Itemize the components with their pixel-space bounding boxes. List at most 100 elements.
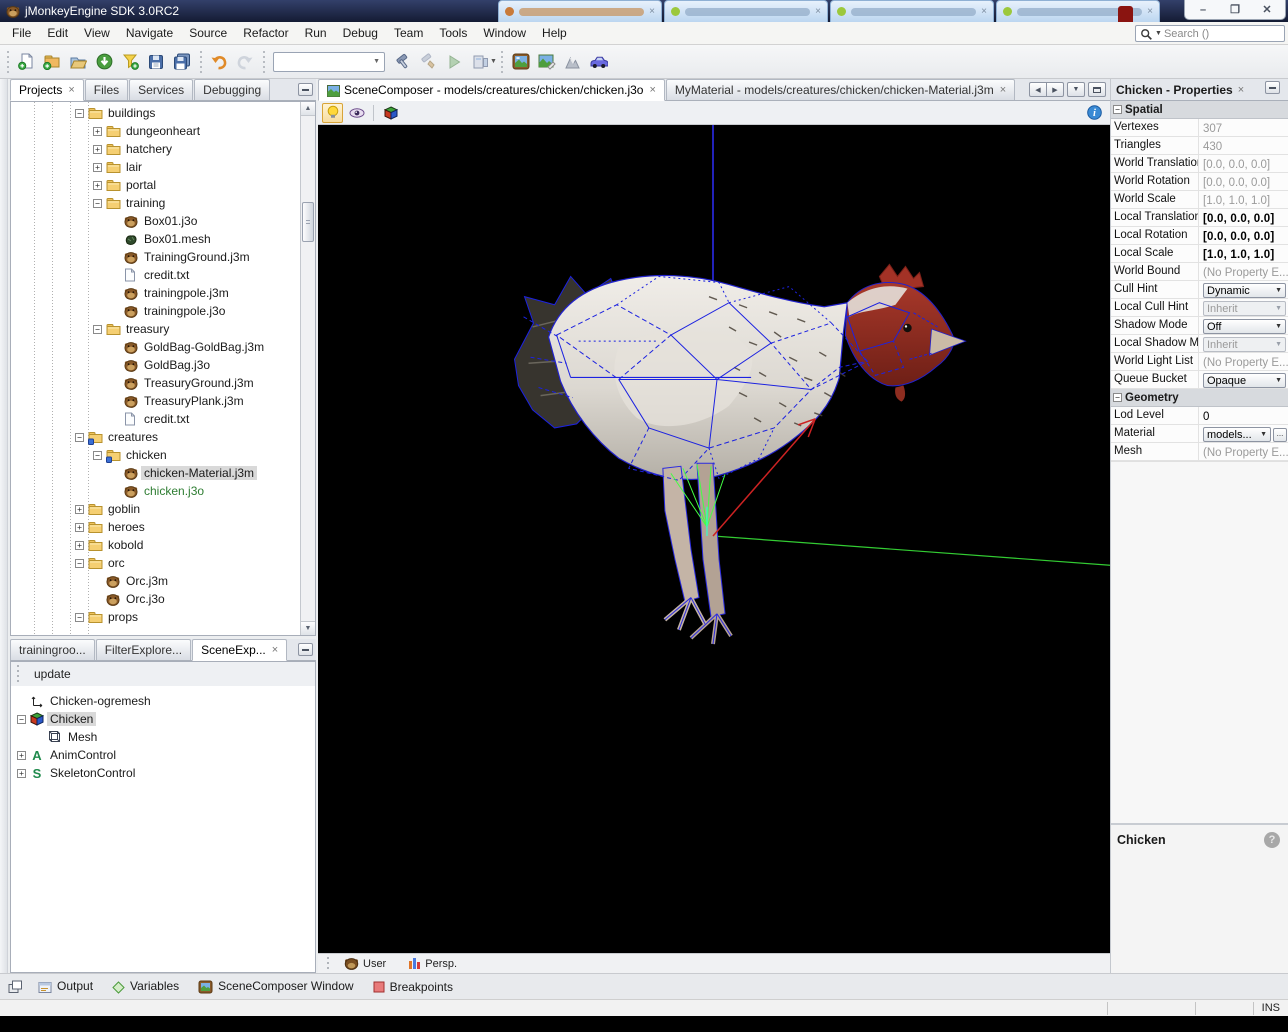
ellipsis-button[interactable]: ...	[1273, 428, 1287, 442]
tree-item-trainingground-j3m[interactable]: TrainingGround.j3m	[11, 248, 315, 266]
property-combobox[interactable]: Dynamic▼	[1203, 283, 1286, 298]
tree-item-dungeonheart[interactable]: +dungeonheart	[11, 122, 315, 140]
tree-item-chicken-ogremesh[interactable]: Chicken-ogremesh	[11, 692, 315, 710]
new-filter-button[interactable]	[117, 49, 143, 75]
update-button[interactable]: update	[25, 664, 80, 684]
menu-navigate[interactable]: Navigate	[118, 24, 181, 42]
tree-item-mesh[interactable]: Mesh	[11, 728, 315, 746]
expand-icon[interactable]: +	[93, 127, 102, 136]
restore-button[interactable]: ❐	[1221, 2, 1249, 17]
tree-item-orc[interactable]: −orc	[11, 554, 315, 572]
collapse-icon[interactable]: −	[17, 715, 26, 724]
property-combobox[interactable]: Off▼	[1203, 319, 1286, 334]
projects-tab-services[interactable]: Services	[129, 79, 193, 100]
save-button[interactable]	[143, 49, 169, 75]
chevron-down-icon[interactable]: ▼	[490, 58, 497, 65]
expand-icon[interactable]: +	[17, 769, 26, 778]
expand-icon[interactable]: +	[93, 181, 102, 190]
tree-item-goldbag-j3o[interactable]: GoldBag.j3o	[11, 356, 315, 374]
terrain-editor-button[interactable]	[534, 49, 560, 75]
mountains-button[interactable]	[560, 49, 586, 75]
projects-tab-files[interactable]: Files	[85, 79, 128, 100]
projects-tab-debugging[interactable]: Debugging	[194, 79, 270, 100]
menu-tools[interactable]: Tools	[431, 24, 475, 42]
tree-item-credit-txt[interactable]: credit.txt	[11, 410, 315, 428]
docked-scenecomposer-window[interactable]: SceneComposer Window	[192, 977, 359, 996]
tree-item-box01-mesh[interactable]: Box01.mesh	[11, 230, 315, 248]
tree-item-animcontrol[interactable]: +AAnimControl	[11, 746, 315, 764]
menu-edit[interactable]: Edit	[39, 24, 76, 42]
show-selection-button[interactable]	[380, 103, 401, 123]
scroll-down-arrow[interactable]: ▼	[301, 621, 315, 635]
projection-button[interactable]: Persp.	[400, 957, 465, 970]
menu-team[interactable]: Team	[386, 24, 431, 42]
menu-window[interactable]: Window	[475, 24, 534, 42]
minimize-panel-button[interactable]	[298, 643, 313, 656]
tree-item-orc-j3m[interactable]: Orc.j3m	[11, 572, 315, 590]
menu-file[interactable]: File	[4, 24, 39, 42]
tree-item-box01-j3o[interactable]: Box01.j3o	[11, 212, 315, 230]
help-icon[interactable]: ?	[1264, 832, 1280, 848]
menu-run[interactable]: Run	[297, 24, 335, 42]
property-combobox[interactable]: Opaque▼	[1203, 373, 1286, 388]
editor-tab[interactable]: MyMaterial - models/creatures/chicken/ch…	[666, 79, 1015, 100]
dock-windows-icon[interactable]	[8, 979, 23, 994]
tab-list-dropdown-button[interactable]: ▼	[1067, 82, 1085, 97]
tree-item-chicken-j3o[interactable]: chicken.j3o	[11, 482, 315, 500]
redo-button[interactable]	[232, 49, 258, 75]
tree-item-orc-j3o[interactable]: Orc.j3o	[11, 590, 315, 608]
close-icon[interactable]: ×	[1000, 84, 1006, 96]
explorer-tab-trainingroo-[interactable]: trainingroo...	[10, 639, 95, 660]
tree-item-hatchery[interactable]: +hatchery	[11, 140, 315, 158]
expand-icon[interactable]: +	[75, 505, 84, 514]
update-center-button[interactable]	[91, 49, 117, 75]
scroll-tabs-left-button[interactable]: ◀	[1029, 82, 1047, 97]
tree-item-buildings[interactable]: −buildings	[11, 104, 315, 122]
property-value[interactable]: [1.0, 1.0, 1.0]	[1199, 245, 1288, 262]
menu-debug[interactable]: Debug	[335, 24, 386, 42]
tree-item-skeletoncontrol[interactable]: +SSkeletonControl	[11, 764, 315, 782]
collapse-icon[interactable]: −	[75, 613, 84, 622]
minimize-panel-button[interactable]	[298, 83, 313, 96]
tree-item-kobold[interactable]: +kobold	[11, 536, 315, 554]
info-icon[interactable]: i	[1087, 105, 1102, 120]
projects-scrollbar[interactable]: ▲ ▼	[300, 102, 315, 635]
scroll-up-arrow[interactable]: ▲	[301, 102, 315, 116]
property-value[interactable]: 0	[1199, 407, 1288, 424]
tree-item-treasuryground-j3m[interactable]: TreasuryGround.j3m	[11, 374, 315, 392]
tree-item-lair[interactable]: +lair	[11, 158, 315, 176]
property-combobox[interactable]: models...▼	[1203, 427, 1271, 442]
projects-tab-projects[interactable]: Projects×	[10, 79, 84, 101]
tree-item-props[interactable]: −props	[11, 608, 315, 626]
tree-item-heroes[interactable]: +heroes	[11, 518, 315, 536]
close-button[interactable]: ✕	[1253, 2, 1281, 17]
tree-item-portal[interactable]: +portal	[11, 176, 315, 194]
section-header-spatial[interactable]: −Spatial	[1111, 101, 1288, 119]
menu-help[interactable]: Help	[534, 24, 575, 42]
tree-item-chicken[interactable]: −Chicken	[11, 710, 315, 728]
new-file-button[interactable]	[13, 49, 39, 75]
docked-breakpoints[interactable]: Breakpoints	[367, 978, 459, 996]
collapse-icon[interactable]: −	[1113, 105, 1122, 114]
run-project-button[interactable]	[441, 49, 467, 75]
docked-variables[interactable]: Variables	[106, 977, 185, 995]
menu-source[interactable]: Source	[181, 24, 235, 42]
vehicle-creator-button[interactable]	[586, 49, 612, 75]
configuration-combobox[interactable]: ▼	[273, 52, 385, 72]
collapse-icon[interactable]: −	[93, 199, 102, 208]
tree-item-credit-txt[interactable]: credit.txt	[11, 266, 315, 284]
new-project-button[interactable]	[39, 49, 65, 75]
property-value[interactable]: [0.0, 0.0, 0.0]	[1199, 227, 1288, 244]
collapse-icon[interactable]: −	[75, 109, 84, 118]
expand-icon[interactable]: +	[93, 163, 102, 172]
close-icon[interactable]: ×	[1238, 84, 1244, 96]
tree-item-treasuryplank-j3m[interactable]: TreasuryPlank.j3m	[11, 392, 315, 410]
collapse-icon[interactable]: −	[93, 451, 102, 460]
tree-item-trainingpole-j3o[interactable]: trainingpole.j3o	[11, 302, 315, 320]
explorer-tab-sceneexp-[interactable]: SceneExp...×	[192, 639, 287, 661]
toggle-light-button[interactable]	[322, 103, 343, 123]
minimize-panel-button[interactable]	[1265, 81, 1280, 94]
tree-item-trainingpole-j3m[interactable]: trainingpole.j3m	[11, 284, 315, 302]
tree-item-chicken-material-j3m[interactable]: chicken-Material.j3m	[11, 464, 315, 482]
collapse-icon[interactable]: −	[93, 325, 102, 334]
